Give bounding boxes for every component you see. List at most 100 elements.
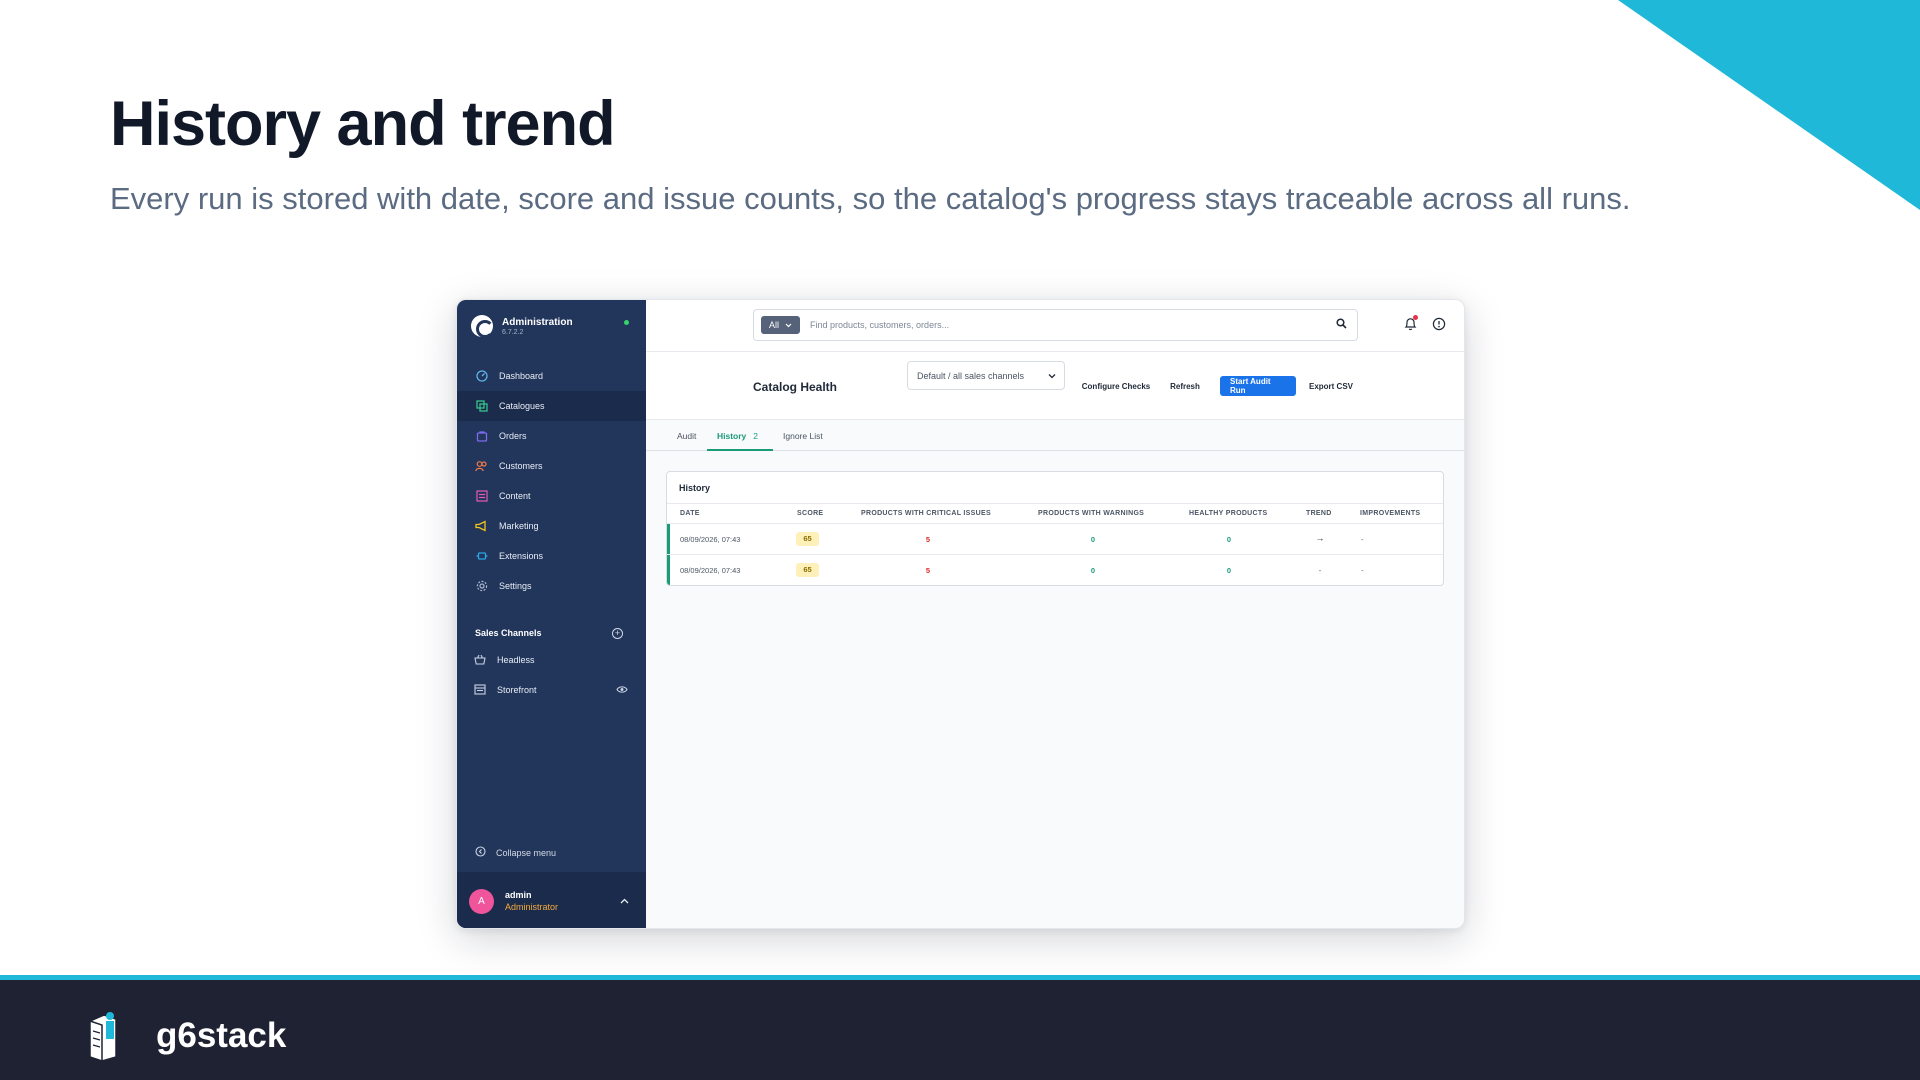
nav-item-extensions[interactable]: Extensions: [457, 541, 646, 571]
configure-checks-button[interactable]: Configure Checks: [1079, 376, 1153, 396]
chevron-up-icon[interactable]: [620, 896, 629, 906]
sales-channel-select-value: Default / all sales channels: [917, 370, 1025, 381]
nav-item-catalogues[interactable]: Catalogues: [457, 391, 646, 421]
tab-audit[interactable]: Audit: [677, 431, 696, 441]
nav-label: Customers: [499, 461, 543, 471]
column-header-healthy[interactable]: HEALTHY PRODUCTS: [1189, 510, 1267, 517]
shopware-logo-icon: [471, 315, 494, 338]
search-icon[interactable]: [1336, 316, 1347, 334]
sidebar-header[interactable]: Administration 6.7.2.2: [471, 315, 573, 338]
nav-label: Content: [499, 491, 531, 501]
sales-channel-label: Headless: [497, 655, 535, 665]
column-header-improvements[interactable]: IMPROVEMENTS: [1360, 510, 1420, 517]
tab-history-label: History: [717, 431, 747, 441]
nav-label: Extensions: [499, 551, 544, 561]
notification-dot-icon: [1413, 315, 1418, 320]
table-row[interactable]: 08/09/2026, 07:43 65 5 0 0 - -: [667, 555, 1443, 585]
nav-item-marketing[interactable]: Marketing: [457, 511, 646, 541]
sales-channel-select[interactable]: Default / all sales channels: [907, 361, 1065, 390]
page-title: Catalog Health: [753, 380, 838, 394]
nav-label: Marketing: [499, 521, 539, 531]
nav-item-orders[interactable]: Orders: [457, 421, 646, 451]
column-header-date[interactable]: DATE: [680, 510, 700, 517]
orders-icon: [475, 430, 488, 443]
marketing-icon: [475, 520, 488, 533]
table-header: DATE SCORE PRODUCTS WITH CRITICAL ISSUES…: [667, 503, 1443, 524]
table-row[interactable]: 08/09/2026, 07:43 65 5 0 0 → -: [667, 524, 1443, 555]
export-csv-button[interactable]: Export CSV: [1305, 376, 1357, 396]
collapse-icon: [475, 846, 486, 859]
extensions-icon: [475, 550, 488, 563]
column-header-trend[interactable]: TREND: [1306, 510, 1332, 517]
sales-channel-headless[interactable]: Headless: [457, 645, 646, 675]
search-input[interactable]: Find products, customers, orders...: [810, 320, 1336, 330]
search-scope-select[interactable]: All: [761, 316, 801, 334]
chevron-down-icon: [785, 320, 792, 330]
tab-history-count: 2: [753, 431, 759, 441]
column-header-score[interactable]: SCORE: [797, 510, 823, 517]
history-card: History DATE SCORE PRODUCTS WITH CRITICA…: [666, 471, 1444, 586]
g6stack-logo-icon: [89, 1012, 117, 1062]
nav-label: Orders: [499, 431, 527, 441]
brand-name: g6stack: [156, 1016, 287, 1055]
nav-label: Settings: [499, 581, 532, 591]
help-icon[interactable]: [1432, 317, 1446, 336]
tab-history[interactable]: History 2: [717, 431, 758, 441]
cell-healthy: 0: [1226, 535, 1232, 544]
history-card-title: History: [679, 483, 711, 493]
history-table: DATE SCORE PRODUCTS WITH CRITICAL ISSUES…: [667, 503, 1443, 585]
slide-subtitle: Every run is stored with date, score and…: [110, 181, 1631, 216]
nav-label: Catalogues: [499, 401, 545, 411]
tab-ignore-list[interactable]: Ignore List: [783, 431, 823, 441]
catalogue-icon: [475, 400, 488, 413]
nav-item-customers[interactable]: Customers: [457, 451, 646, 481]
add-sales-channel-icon[interactable]: +: [612, 628, 623, 639]
search-scope-label: All: [769, 320, 780, 330]
user-name: admin: [505, 890, 532, 900]
slide-footer: g6stack: [0, 975, 1920, 1080]
cell-improvements: -: [1361, 535, 1364, 544]
collapse-label: Collapse menu: [496, 847, 557, 858]
eye-icon[interactable]: [616, 685, 628, 696]
user-menu[interactable]: A admin Administrator: [457, 872, 646, 928]
cell-critical: 5: [925, 535, 931, 544]
start-audit-run-button[interactable]: Start Audit Run: [1220, 376, 1296, 396]
column-header-critical[interactable]: PRODUCTS WITH CRITICAL ISSUES: [861, 510, 991, 517]
nav-label: Dashboard: [499, 371, 544, 381]
refresh-button[interactable]: Refresh: [1164, 376, 1206, 396]
settings-icon: [475, 580, 488, 593]
sales-channel-list: Headless Storefront: [457, 645, 646, 705]
status-dot-icon: [624, 320, 629, 325]
cell-warnings: 0: [1090, 566, 1096, 575]
corner-accent-triangle: [1618, 0, 1920, 210]
content-icon: [475, 490, 488, 503]
collapse-menu-button[interactable]: Collapse menu: [475, 846, 556, 859]
score-badge: 65: [796, 563, 819, 577]
page-header: Catalog Health Default / all sales chann…: [646, 352, 1464, 420]
bell-icon[interactable]: [1404, 315, 1418, 336]
global-search[interactable]: All Find products, customers, orders...: [753, 309, 1358, 341]
nav-item-content[interactable]: Content: [457, 481, 646, 511]
sales-channel-storefront[interactable]: Storefront: [457, 675, 646, 705]
row-accent: [667, 555, 670, 585]
score-badge: 65: [796, 532, 819, 546]
storefront-icon: [474, 683, 486, 697]
cell-critical: 5: [925, 566, 931, 575]
slide-title: History and trend: [110, 89, 616, 159]
chevron-down-icon: [1048, 371, 1056, 381]
app-version: 6.7.2.2: [502, 328, 524, 336]
sales-channels-heading: Sales Channels: [475, 628, 542, 638]
cell-healthy: 0: [1226, 566, 1232, 575]
cell-warnings: 0: [1090, 535, 1096, 544]
dashboard-icon: [475, 370, 488, 383]
admin-window: Administration 6.7.2.2 Dashboard Catalog…: [456, 299, 1465, 929]
user-role: Administrator: [505, 902, 559, 912]
cell-trend: -: [1318, 566, 1322, 575]
nav-item-settings[interactable]: Settings: [457, 571, 646, 601]
nav-item-dashboard[interactable]: Dashboard: [457, 361, 646, 391]
sidebar: Administration 6.7.2.2 Dashboard Catalog…: [457, 300, 646, 928]
tab-bar: Audit History 2 Ignore List: [646, 420, 1464, 451]
column-header-warnings[interactable]: PRODUCTS WITH WARNINGS: [1038, 510, 1144, 517]
main-nav: Dashboard Catalogues Orders Customers Co…: [457, 361, 646, 601]
row-accent: [667, 524, 670, 554]
